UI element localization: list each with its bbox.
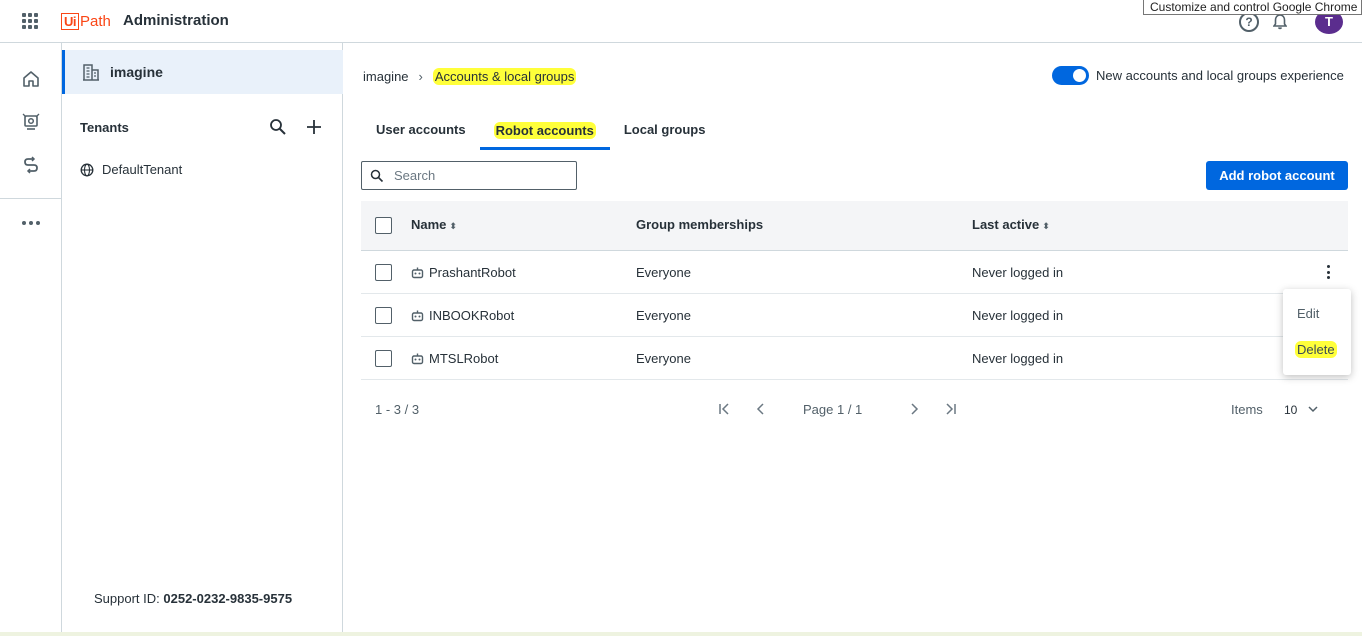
organization-item[interactable]: imagine — [62, 50, 343, 94]
group-cell: Everyone — [636, 351, 691, 366]
support-id: Support ID: 0252-0232-9835-9575 — [94, 591, 292, 606]
support-label: Support ID: — [94, 591, 160, 606]
monitor-icon[interactable] — [19, 110, 43, 134]
table-row[interactable]: INBOOKRobot Everyone Never logged in — [361, 294, 1348, 337]
row-checkbox[interactable] — [375, 307, 392, 324]
robot-name: PrashantRobot — [429, 265, 516, 280]
table-row[interactable]: MTSLRobot Everyone Never logged in — [361, 337, 1348, 380]
column-last-active-label: Last active — [972, 217, 1040, 232]
breadcrumb-root[interactable]: imagine — [363, 69, 409, 84]
browser-tooltip: Customize and control Google Chrome — [1143, 0, 1362, 15]
add-robot-account-button[interactable]: Add robot account — [1206, 161, 1348, 190]
column-name[interactable]: Name ⬍ — [411, 217, 457, 232]
logo-ui: Ui — [61, 12, 79, 30]
column-last-active[interactable]: Last active ⬍ — [972, 217, 1050, 232]
chevron-right-icon: › — [418, 69, 423, 84]
add-tenant-icon[interactable] — [305, 118, 323, 136]
last-page-icon[interactable] — [938, 397, 962, 421]
search-input[interactable] — [394, 168, 564, 183]
toggle-switch[interactable] — [1052, 66, 1089, 85]
pager-controls: Page 1 / 1 — [713, 397, 962, 421]
new-experience-toggle[interactable]: New accounts and local groups experience — [1052, 66, 1344, 85]
chevron-down-icon[interactable] — [1307, 402, 1319, 417]
robot-icon — [411, 353, 424, 365]
search-icon[interactable] — [269, 118, 287, 136]
group-cell: Everyone — [636, 265, 691, 280]
robot-name-cell: MTSLRobot — [411, 351, 498, 366]
tab-bar: User accounts Robot accounts Local group… — [362, 120, 719, 150]
robot-name-cell: INBOOKRobot — [411, 308, 514, 323]
sort-icon: ⬍ — [1042, 221, 1050, 231]
tab-label: Local groups — [623, 122, 706, 137]
first-page-icon[interactable] — [713, 397, 737, 421]
notifications-bell-icon[interactable] — [1272, 14, 1288, 30]
globe-icon — [80, 163, 94, 176]
support-id-value: 0252-0232-9835-9575 — [163, 591, 293, 606]
app-launcher-icon[interactable] — [22, 13, 38, 29]
pagination-range: 1 - 3 / 3 — [375, 402, 420, 417]
table-header: Name ⬍ Group memberships Last active ⬍ — [361, 201, 1348, 251]
table-row[interactable]: PrashantRobot Everyone Never logged in — [361, 251, 1348, 294]
app-title: Administration — [123, 12, 229, 29]
tenants-heading: Tenants — [80, 120, 129, 135]
robot-icon — [411, 310, 424, 322]
logo-path: Path — [80, 12, 111, 30]
building-icon — [83, 64, 99, 81]
row-checkbox[interactable] — [375, 350, 392, 367]
tab-label: Robot accounts — [493, 122, 596, 139]
robot-name: INBOOKRobot — [429, 308, 515, 323]
row-checkbox[interactable] — [375, 264, 392, 281]
robot-accounts-table: Name ⬍ Group memberships Last active ⬍ Pra… — [361, 201, 1348, 380]
tenant-name: DefaultTenant — [102, 162, 183, 177]
search-box[interactable] — [361, 161, 577, 190]
help-icon[interactable]: ? — [1239, 12, 1259, 32]
breadcrumb-current: Accounts & local groups — [432, 68, 577, 85]
toggle-label: New accounts and local groups experience — [1096, 68, 1344, 83]
column-name-label: Name — [411, 217, 447, 232]
tab-local-groups[interactable]: Local groups — [610, 120, 720, 150]
select-all-checkbox[interactable] — [375, 217, 392, 234]
main-content: imagine › Accounts & local groups New ac… — [343, 43, 1362, 636]
search-icon — [370, 169, 384, 182]
pagination-bar: 1 - 3 / 3 Page 1 / 1 Items 10 — [361, 389, 1348, 429]
column-group-memberships: Group memberships — [636, 217, 764, 232]
items-per-page-select[interactable]: 10 — [1284, 403, 1297, 417]
top-bar: Ui Path Administration ? T Customize and… — [0, 0, 1362, 43]
tenant-item[interactable]: DefaultTenant — [80, 162, 182, 177]
window-bottom-edge — [0, 632, 1362, 636]
link-icon[interactable] — [19, 153, 43, 177]
more-icon[interactable] — [22, 221, 40, 225]
last-active-cell: Never logged in — [972, 308, 1064, 323]
row-context-menu: Edit Delete — [1283, 289, 1351, 375]
robot-icon — [411, 267, 424, 279]
tab-robot-accounts[interactable]: Robot accounts — [479, 120, 610, 150]
previous-page-icon[interactable] — [749, 397, 773, 421]
sort-icon: ⬍ — [449, 221, 457, 231]
tab-label: User accounts — [376, 122, 466, 137]
organization-name: imagine — [110, 64, 163, 80]
home-icon[interactable] — [19, 67, 43, 91]
robot-name: MTSLRobot — [429, 351, 499, 366]
page-indicator: Page 1 / 1 — [803, 401, 863, 417]
tenant-panel: imagine Tenants DefaultTenant Support ID… — [62, 43, 343, 636]
rail-divider — [0, 198, 62, 199]
group-cell: Everyone — [636, 308, 691, 323]
menu-item-delete[interactable]: Delete — [1295, 341, 1337, 358]
breadcrumb: imagine › Accounts & local groups — [363, 68, 577, 85]
robot-name-cell: PrashantRobot — [411, 265, 516, 280]
left-rail — [0, 43, 62, 636]
uipath-logo[interactable]: Ui Path — [61, 11, 111, 31]
last-active-cell: Never logged in — [972, 265, 1064, 280]
more-options-icon[interactable] — [1320, 263, 1336, 281]
menu-item-edit[interactable]: Edit — [1297, 306, 1319, 321]
items-per-page-label: Items — [1231, 402, 1263, 417]
tab-user-accounts[interactable]: User accounts — [362, 120, 480, 150]
last-active-cell: Never logged in — [972, 351, 1064, 366]
next-page-icon[interactable] — [902, 397, 926, 421]
